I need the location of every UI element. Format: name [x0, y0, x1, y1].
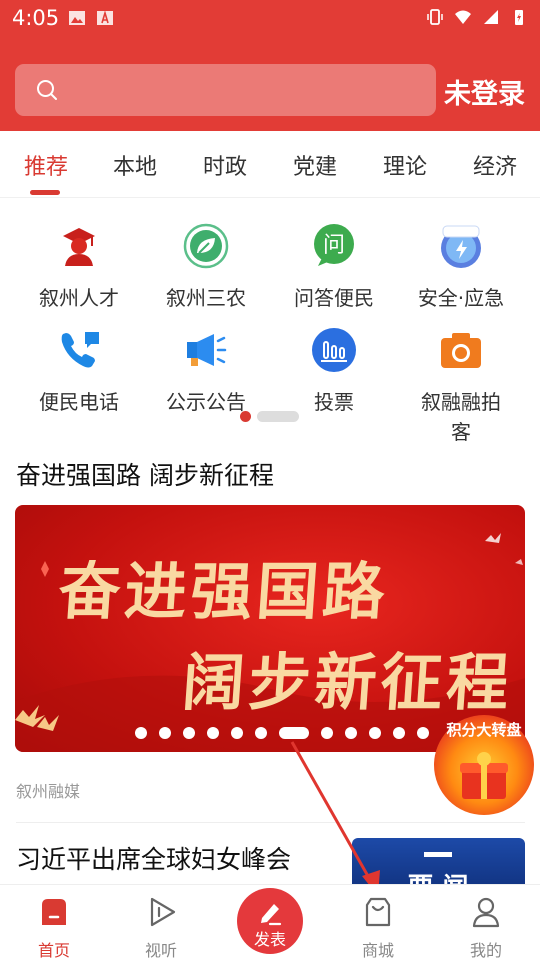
shopping-bag-icon — [365, 897, 391, 927]
play-icon — [150, 897, 176, 927]
post-button[interactable]: 发表 — [237, 888, 303, 954]
annotation-arrow — [290, 741, 380, 896]
nav-home[interactable]: 首页 — [14, 895, 94, 960]
nav-mall[interactable]: 商城 — [338, 895, 418, 960]
nav-video[interactable]: 视听 — [121, 895, 201, 960]
user-icon — [472, 897, 500, 928]
nav-mine[interactable]: 我的 — [446, 895, 526, 960]
nav-label: 首页 — [37, 941, 70, 960]
post-label: 发表 — [253, 930, 286, 949]
nav-label: 我的 — [469, 941, 502, 960]
app-page: 4:05 未登录 推荐 本地 时政 党建 理论 经济 叙州人才 叙州三农 问 问… — [0, 0, 540, 960]
pen-icon — [261, 904, 282, 926]
home-icon — [42, 899, 66, 925]
nav-label: 商城 — [361, 941, 394, 960]
nav-label: 视听 — [144, 941, 177, 960]
